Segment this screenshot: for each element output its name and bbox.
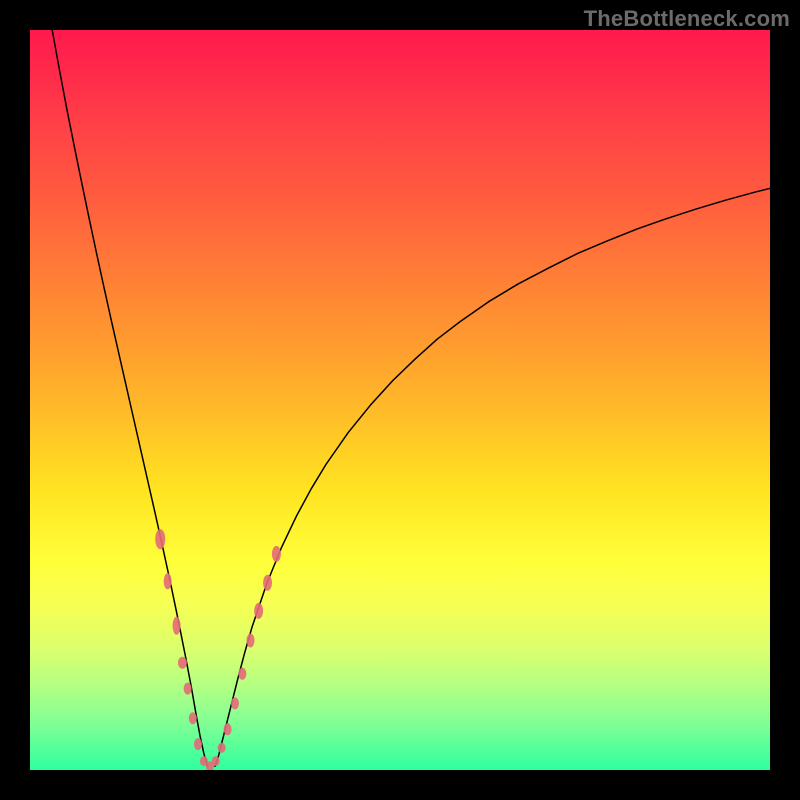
data-marker: [224, 723, 232, 735]
data-marker: [194, 738, 202, 750]
data-marker: [231, 697, 239, 709]
data-marker: [155, 529, 165, 549]
data-marker: [184, 683, 192, 695]
left-branch-curve: [52, 30, 207, 766]
data-marker: [272, 546, 281, 562]
data-marker: [238, 668, 246, 680]
marker-group: [155, 529, 281, 770]
data-marker: [254, 603, 263, 619]
data-marker: [218, 743, 226, 753]
data-marker: [173, 617, 181, 635]
data-marker: [189, 712, 197, 724]
data-marker: [212, 756, 220, 766]
chart-svg: [30, 30, 770, 770]
right-branch-curve: [215, 188, 770, 766]
plot-area: [30, 30, 770, 770]
watermark-text: TheBottleneck.com: [584, 6, 790, 32]
data-marker: [164, 573, 172, 589]
data-marker: [263, 575, 272, 591]
chart-frame: TheBottleneck.com: [0, 0, 800, 800]
data-marker: [178, 657, 187, 669]
data-marker: [247, 634, 255, 648]
